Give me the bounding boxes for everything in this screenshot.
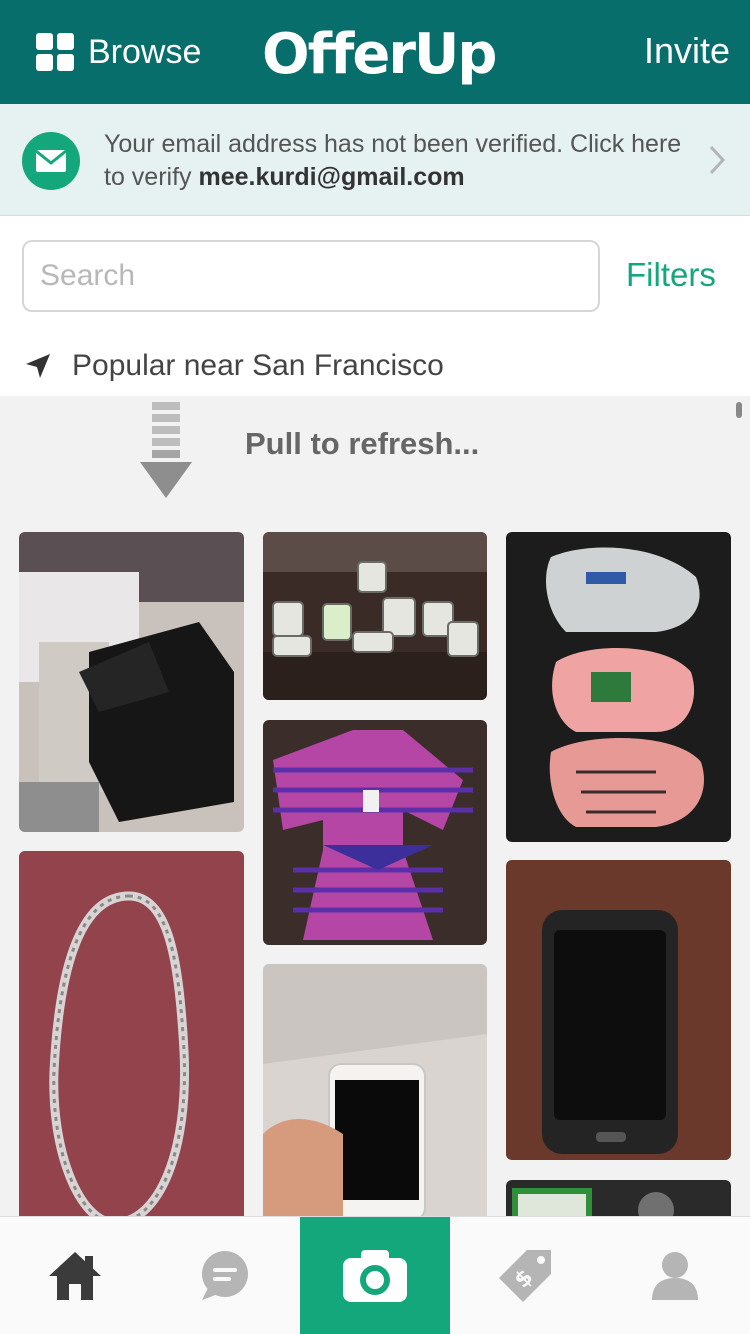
tab-messages[interactable]	[150, 1217, 300, 1334]
tab-home[interactable]	[0, 1217, 150, 1334]
tab-selling[interactable]: $	[450, 1217, 600, 1334]
email-verify-banner[interactable]: Your email address has not been verified…	[0, 104, 750, 216]
home-icon	[49, 1252, 101, 1300]
console-photo	[506, 1180, 731, 1216]
filters-button[interactable]: Filters	[626, 256, 716, 294]
pull-down-arrow-icon	[140, 402, 192, 498]
beanies-photo	[506, 532, 731, 842]
search-input[interactable]	[22, 240, 600, 312]
location-label: Popular near San Francisco	[72, 349, 444, 382]
invite-button[interactable]: Invite	[644, 30, 730, 72]
listing-beanies[interactable]	[506, 532, 731, 842]
chain-photo	[19, 851, 244, 1216]
location-arrow-icon	[26, 354, 50, 378]
browse-label: Browse	[88, 32, 202, 71]
tab-profile[interactable]	[600, 1217, 750, 1334]
listing-silver-chain[interactable]	[19, 851, 244, 1216]
tab-post[interactable]	[300, 1217, 450, 1334]
browse-button[interactable]: Browse	[36, 30, 201, 74]
grid-icon	[36, 33, 74, 71]
listing-white-iphone[interactable]	[263, 964, 487, 1216]
app-header: Browse OfferUp Invite	[0, 0, 750, 104]
price-tag-icon: $	[499, 1250, 551, 1302]
profile-icon	[652, 1252, 698, 1300]
mail-icon	[22, 132, 80, 190]
watches-photo	[263, 532, 487, 700]
verify-email: mee.kurdi@gmail.com	[198, 163, 465, 191]
listing-smartphone-case[interactable]	[506, 860, 731, 1160]
listing-feed[interactable]: Pull to refresh...	[0, 396, 750, 1216]
listing-game-console[interactable]	[506, 1180, 731, 1216]
iphone-photo	[263, 964, 487, 1216]
smartphone-photo	[506, 860, 731, 1160]
camera-icon	[343, 1250, 407, 1302]
feed-scrollbar[interactable]	[736, 402, 742, 418]
pull-to-refresh-label: Pull to refresh...	[245, 426, 480, 461]
offerup-logo: OfferUp	[262, 22, 497, 87]
verify-message: Your email address has not been verified…	[104, 128, 694, 194]
location-row[interactable]: Popular near San Francisco	[0, 336, 750, 396]
listing-watches[interactable]	[263, 532, 487, 700]
listing-black-sneakers[interactable]	[19, 532, 244, 832]
bottom-tab-bar: $	[0, 1216, 750, 1334]
tracksuit-photo	[263, 720, 487, 945]
search-area: Filters Popular near San Francisco	[0, 216, 750, 396]
listing-striped-tracksuit[interactable]	[263, 720, 487, 945]
sneakers-photo	[19, 532, 244, 832]
chat-icon	[202, 1251, 248, 1300]
chevron-right-icon	[709, 145, 726, 175]
